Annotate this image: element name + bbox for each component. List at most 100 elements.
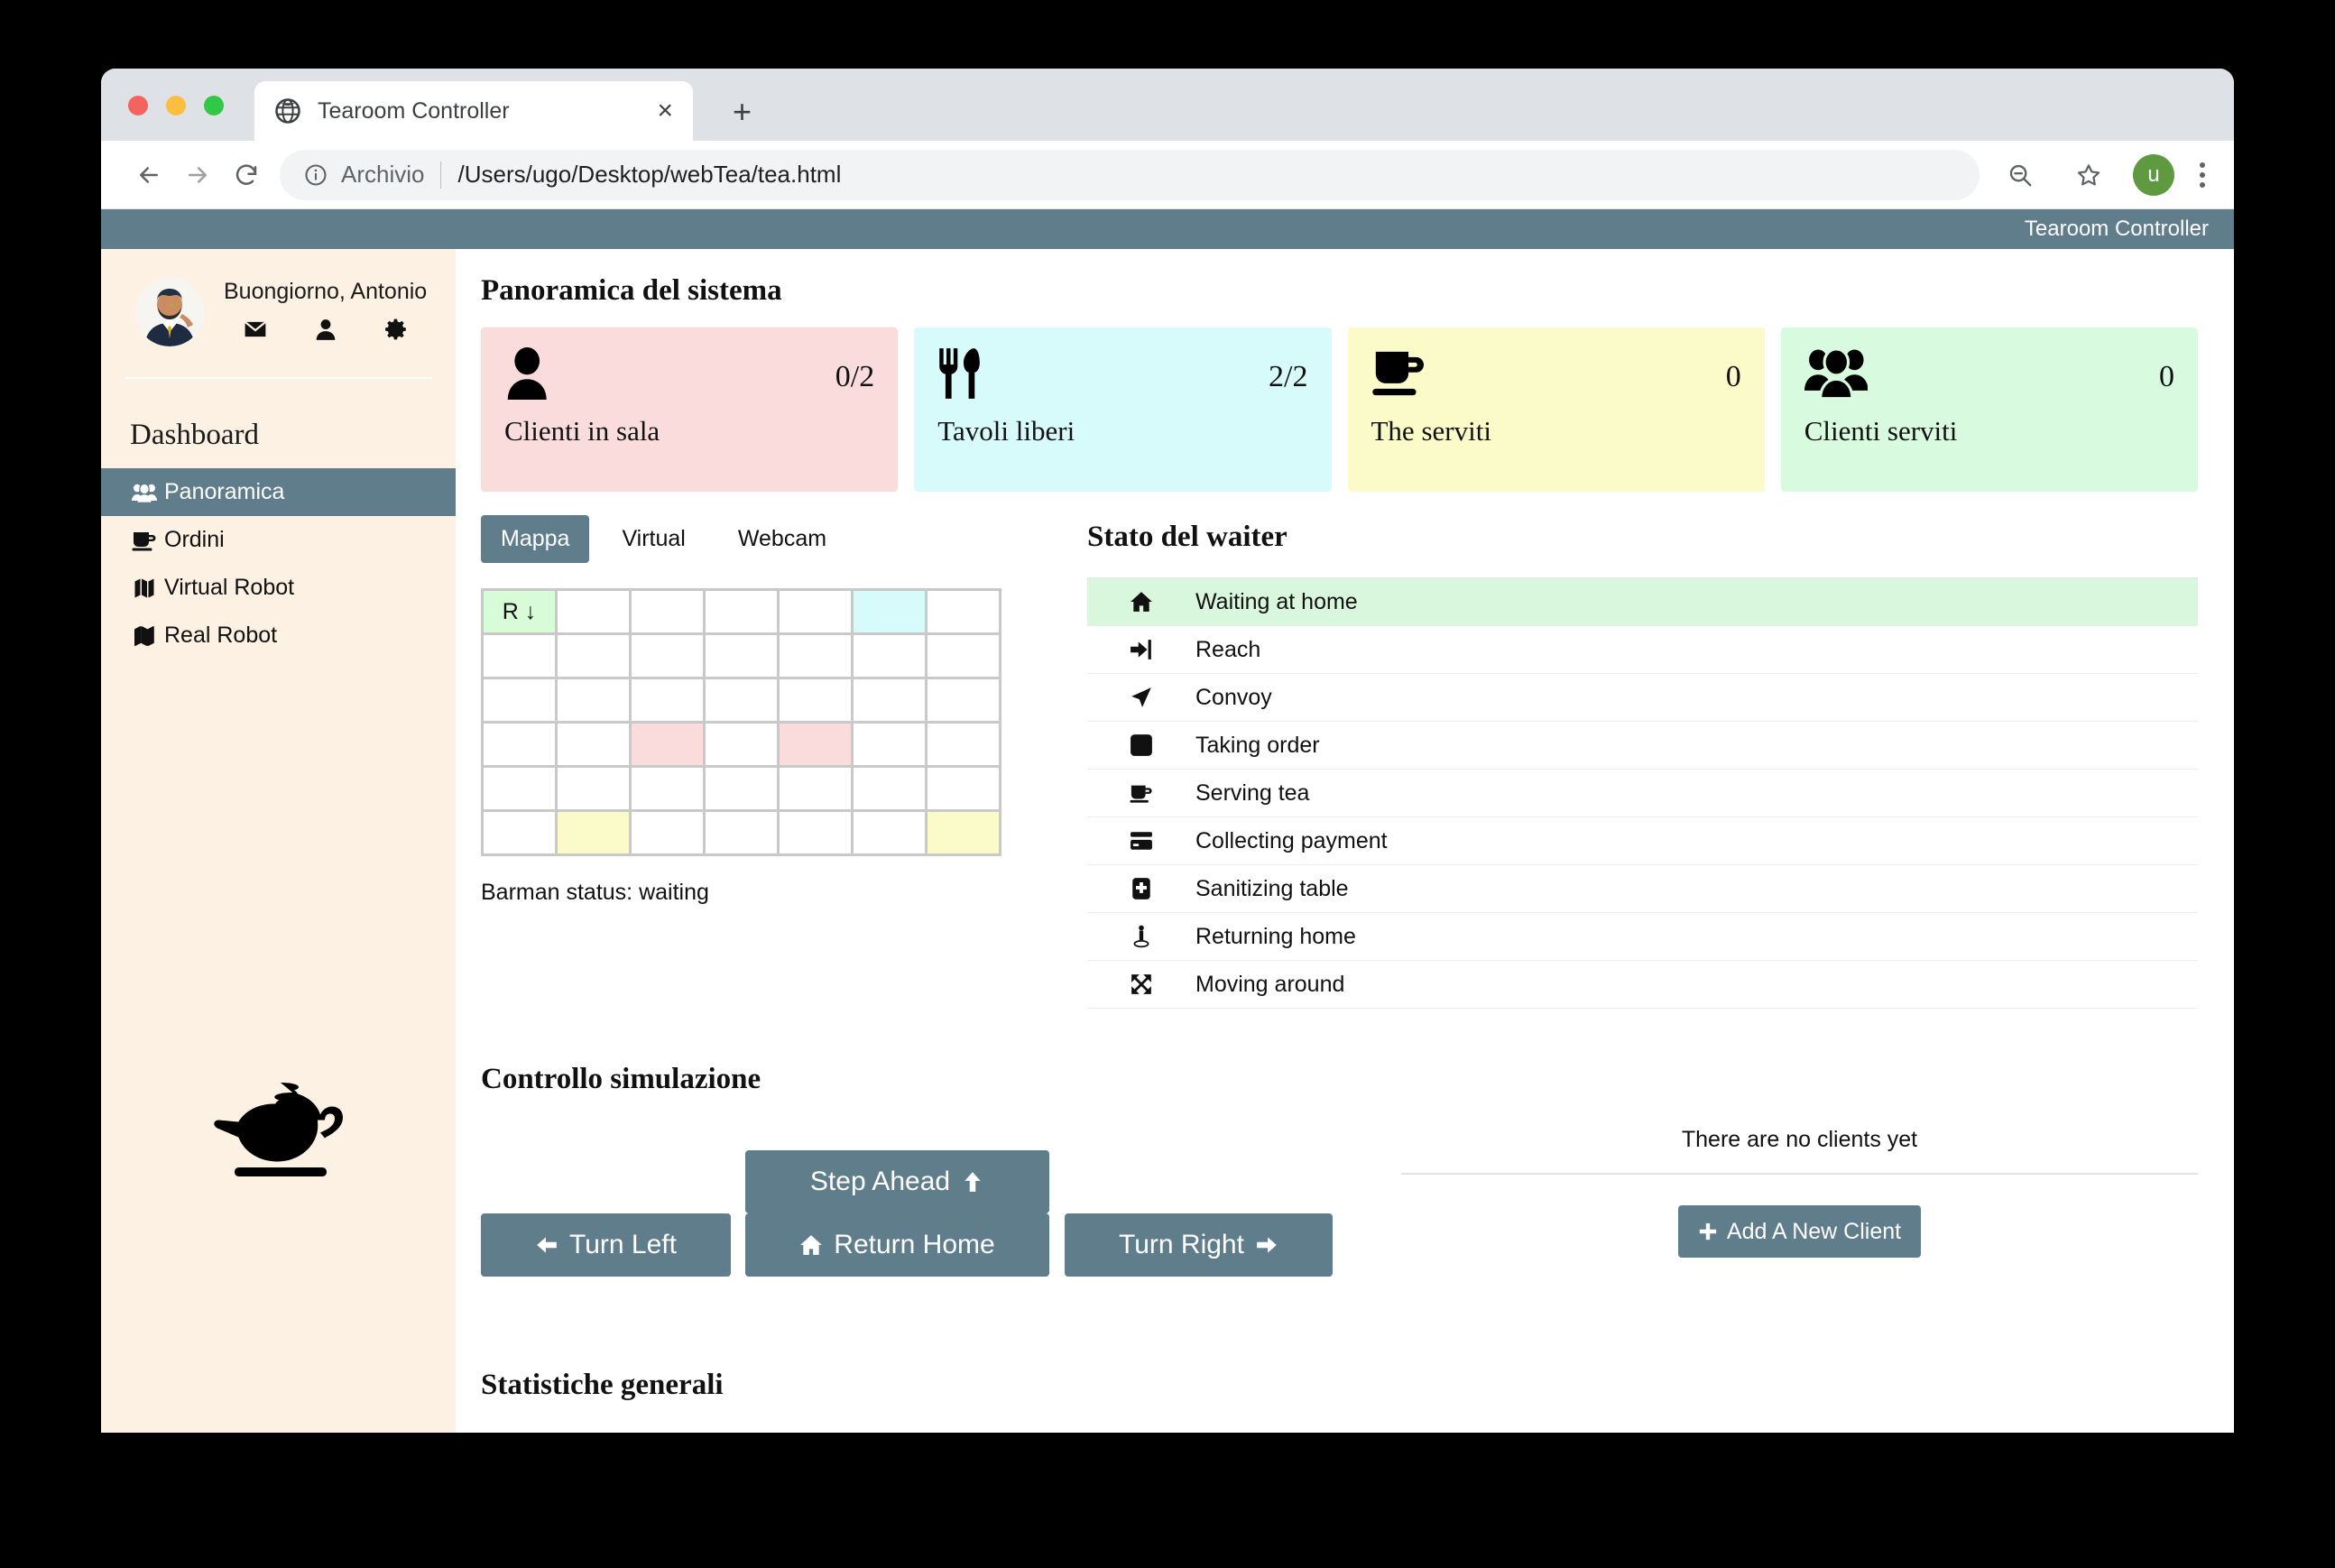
map-cell[interactable]: R ↓ xyxy=(484,591,558,635)
map-cell[interactable] xyxy=(928,812,1001,856)
sidebar-item-real-robot[interactable]: Real Robot xyxy=(101,612,456,659)
map-cell[interactable] xyxy=(928,768,1001,812)
map-cell[interactable] xyxy=(854,724,928,768)
map-cell[interactable] xyxy=(632,724,706,768)
address-url: /Users/ugo/Desktop/webTea/tea.html xyxy=(457,161,842,188)
map-cell[interactable] xyxy=(854,591,928,635)
envelope-icon[interactable] xyxy=(244,318,267,346)
map-cell[interactable] xyxy=(632,679,706,724)
waiter-state-row[interactable]: Reach xyxy=(1087,626,2198,674)
turn-right-label: Turn Right xyxy=(1119,1230,1244,1259)
forward-icon[interactable] xyxy=(173,151,222,199)
waiter-state-row[interactable]: Convoy xyxy=(1087,674,2198,722)
map-cell[interactable] xyxy=(484,724,558,768)
app-header: Tearoom Controller xyxy=(101,209,2234,249)
new-tab-button[interactable]: + xyxy=(733,96,752,128)
map-cell[interactable] xyxy=(854,635,928,679)
reload-icon[interactable] xyxy=(222,151,271,199)
map-cell[interactable] xyxy=(854,768,928,812)
back-icon[interactable] xyxy=(125,151,173,199)
add-new-client-button[interactable]: Add A New Client xyxy=(1677,1205,1922,1258)
map-cell[interactable] xyxy=(558,591,632,635)
waiter-state-label: Returning home xyxy=(1195,923,1356,949)
main-content: Panoramica del sistema 0/2 Clienti in sa… xyxy=(456,249,2234,1433)
add-new-client-label: Add A New Client xyxy=(1726,1218,1902,1244)
tab-mappa[interactable]: Mappa xyxy=(481,515,590,563)
waiter-state-row[interactable]: Collecting payment xyxy=(1087,817,2198,865)
map-cell[interactable] xyxy=(484,679,558,724)
map-cell[interactable] xyxy=(484,812,558,856)
map-cell[interactable] xyxy=(558,724,632,768)
map-cell[interactable] xyxy=(484,768,558,812)
map-cell[interactable] xyxy=(558,812,632,856)
bookmark-star-icon[interactable] xyxy=(2064,151,2113,199)
browser-titlebar: Tearoom Controller × + xyxy=(101,69,2234,141)
turn-left-button[interactable]: Turn Left xyxy=(481,1213,731,1277)
sidebar: Buongiorno, Antonio Dashboard Panoramica… xyxy=(101,249,456,1433)
maximize-window-button[interactable] xyxy=(204,96,224,115)
globe-icon xyxy=(274,97,301,125)
arrow-up-icon xyxy=(964,1172,981,1192)
gear-icon[interactable] xyxy=(384,318,408,346)
tab-virtual[interactable]: Virtual xyxy=(602,515,705,563)
waiter-state-row[interactable]: Waiting at home xyxy=(1087,578,2198,626)
waiter-state-row[interactable]: Returning home xyxy=(1087,913,2198,961)
browser-tab[interactable]: Tearoom Controller × xyxy=(254,81,693,141)
zoom-out-icon[interactable] xyxy=(1996,151,2044,199)
map-cell[interactable] xyxy=(706,679,780,724)
window-controls[interactable] xyxy=(128,96,224,115)
map-grid[interactable]: R ↓ xyxy=(481,588,1001,856)
map-cell[interactable] xyxy=(632,768,706,812)
sidebar-item-ordini[interactable]: Ordini xyxy=(101,516,456,564)
map-cell[interactable] xyxy=(928,591,1001,635)
map-cell[interactable] xyxy=(928,635,1001,679)
close-window-button[interactable] xyxy=(128,96,148,115)
step-ahead-button[interactable]: Step Ahead xyxy=(745,1150,1049,1213)
map-cell[interactable] xyxy=(484,635,558,679)
map-cell[interactable] xyxy=(928,679,1001,724)
return-home-label: Return Home xyxy=(834,1230,995,1259)
map-cell[interactable] xyxy=(558,768,632,812)
users-icon xyxy=(132,482,164,503)
map-cell[interactable] xyxy=(706,768,780,812)
map-cell[interactable] xyxy=(780,635,854,679)
map-cell[interactable] xyxy=(780,768,854,812)
tab-webcam[interactable]: Webcam xyxy=(718,515,846,563)
map-cell[interactable] xyxy=(854,812,928,856)
edit-icon xyxy=(1087,733,1195,757)
sidebar-item-label: Ordini xyxy=(164,527,225,552)
sim-control-title: Controllo simulazione xyxy=(481,1063,761,1095)
close-tab-icon[interactable]: × xyxy=(657,97,673,125)
sidebar-item-virtual-robot[interactable]: Virtual Robot xyxy=(101,564,456,612)
map-cell[interactable] xyxy=(780,591,854,635)
map-cell[interactable] xyxy=(558,679,632,724)
map-filled-icon xyxy=(132,577,164,599)
group-icon xyxy=(1804,347,1869,404)
turn-right-button[interactable]: Turn Right xyxy=(1065,1213,1333,1277)
waiter-state-row[interactable]: Sanitizing table xyxy=(1087,865,2198,913)
map-cell[interactable] xyxy=(706,635,780,679)
map-cell[interactable] xyxy=(706,812,780,856)
map-cell[interactable] xyxy=(854,679,928,724)
waiter-state-row[interactable]: Serving tea xyxy=(1087,770,2198,817)
return-home-button[interactable]: Return Home xyxy=(745,1213,1049,1277)
browser-menu-icon[interactable] xyxy=(2194,157,2210,193)
map-cell[interactable] xyxy=(706,724,780,768)
user-icon[interactable] xyxy=(314,318,337,346)
map-cell[interactable] xyxy=(780,812,854,856)
map-cell[interactable] xyxy=(780,724,854,768)
sidebar-item-panoramica[interactable]: Panoramica xyxy=(101,468,456,516)
map-cell[interactable] xyxy=(780,679,854,724)
map-cell[interactable] xyxy=(632,812,706,856)
profile-avatar[interactable]: u xyxy=(2133,153,2174,196)
map-cell[interactable] xyxy=(706,591,780,635)
map-cell[interactable] xyxy=(632,635,706,679)
address-bar[interactable]: Archivio /Users/ugo/Desktop/webTea/tea.h… xyxy=(280,149,1980,200)
map-cell[interactable] xyxy=(928,724,1001,768)
map-cell[interactable] xyxy=(632,591,706,635)
waiter-state-row[interactable]: Moving around xyxy=(1087,961,2198,1009)
waiter-state-row[interactable]: Taking order xyxy=(1087,722,2198,770)
stat-label: Clienti serviti xyxy=(1804,415,1958,447)
map-cell[interactable] xyxy=(558,635,632,679)
minimize-window-button[interactable] xyxy=(166,96,186,115)
